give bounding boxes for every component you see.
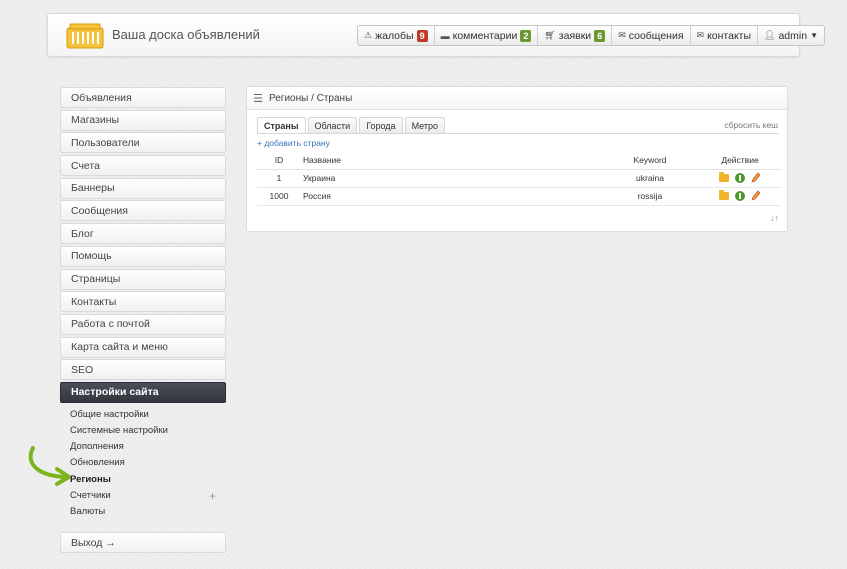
countries-table: ID Название Keyword Действие 1 Украина u… (257, 151, 781, 206)
submenu-currencies[interactable]: Валюты (60, 504, 226, 520)
complaints-badge: 9 (416, 29, 428, 42)
breadcrumb: Регионы / Страны (269, 92, 353, 104)
top-header: Ваша доска объявлений ⚠ жалобы 9 ▬ комме… (47, 13, 825, 57)
table-header-row: ID Название Keyword Действие (257, 151, 781, 170)
submenu-updates[interactable]: Обновления (60, 455, 226, 471)
nav-comments[interactable]: ▬ комментарии 2 (435, 26, 539, 45)
warning-icon: ⚠ (364, 30, 373, 40)
user-icon: 👤︎ (764, 30, 776, 40)
nav-complaints-label: жалобы (375, 29, 414, 42)
edit-icon[interactable] (751, 172, 761, 183)
sidebar-item-mail[interactable]: Работа с почтой (60, 313, 226, 335)
region-tabs: Страны Области Города Метро (257, 117, 446, 133)
sidebar: Объявления Магазины Пользователи Счета Б… (60, 87, 226, 520)
tabs-divider (257, 133, 779, 134)
sidebar-item-ads[interactable]: Объявления (60, 87, 226, 108)
user-name: admin (778, 29, 808, 42)
cell-name: Россия (301, 187, 601, 206)
sidebar-item-seo[interactable]: SEO (60, 359, 226, 381)
nav-messages[interactable]: ✉ сообщения (612, 26, 691, 45)
settings-submenu: Общие настройки Системные настройки Допо… (60, 406, 226, 520)
logout-button[interactable]: Выход → (60, 532, 226, 553)
cell-id: 1 (257, 169, 301, 188)
sidebar-item-help[interactable]: Помощь (60, 245, 226, 267)
menu-icon[interactable]: ☰ (247, 92, 269, 105)
cell-keyword: rossija (601, 187, 699, 206)
cell-actions (699, 169, 781, 188)
sidebar-item-banners[interactable]: Баннеры (60, 177, 226, 199)
cell-actions (699, 187, 781, 206)
submenu-addons[interactable]: Дополнения (60, 439, 226, 455)
cell-name: Украина (301, 169, 601, 188)
panel-header: ☰ Регионы / Страны (247, 87, 787, 110)
top-nav: ⚠ жалобы 9 ▬ комментарии 2 🛒︎ заявки 6 ✉… (357, 25, 825, 46)
sidebar-item-pages[interactable]: Страницы (60, 268, 226, 290)
submenu-counters-label: Счетчики (70, 490, 111, 502)
edit-icon[interactable] (751, 190, 761, 201)
toggle-enabled-icon[interactable] (735, 172, 745, 183)
nav-requests-label: заявки (558, 29, 592, 42)
column-action: Действие (699, 151, 781, 170)
reset-cache-link[interactable]: сбросить кеш (724, 120, 778, 130)
envelope-icon: ✉ (696, 30, 705, 40)
comments-badge: 2 (520, 29, 532, 42)
add-country-link[interactable]: + добавить страну (257, 138, 330, 148)
sidebar-item-shops[interactable]: Магазины (60, 109, 226, 131)
folder-icon[interactable] (719, 171, 729, 182)
column-id: ID (257, 151, 301, 170)
cart-icon: 🛒︎ (544, 30, 556, 40)
sidebar-item-blog[interactable]: Блог (60, 223, 226, 245)
nav-comments-label: комментарии (452, 29, 518, 42)
submenu-counters[interactable]: Счетчики + (60, 487, 226, 503)
submenu-general[interactable]: Общие настройки (60, 406, 226, 422)
folder-icon[interactable] (719, 189, 729, 200)
comment-icon: ▬ (440, 30, 450, 41)
nav-contacts[interactable]: ✉ контакты (691, 26, 759, 45)
tab-cities[interactable]: Города (359, 117, 403, 133)
curved-arrow-icon (28, 446, 71, 486)
sidebar-item-settings[interactable]: Настройки сайта (60, 381, 226, 403)
toggle-enabled-icon[interactable] (735, 190, 745, 201)
nav-contacts-label: контакты (707, 29, 752, 42)
submenu-regions[interactable]: Регионы (60, 471, 226, 487)
tab-metro[interactable]: Метро (404, 117, 446, 133)
table-row: 1000 Россия rossija (257, 187, 781, 206)
tab-regions[interactable]: Области (307, 117, 358, 133)
logo-icon[interactable] (66, 22, 104, 50)
cell-keyword: ukraina (601, 169, 699, 188)
tab-countries[interactable]: Страны (257, 117, 306, 133)
column-keyword: Keyword (601, 151, 699, 170)
sidebar-item-contacts[interactable]: Контакты (60, 291, 226, 313)
user-menu[interactable]: 👤︎ admin ▼ (758, 26, 824, 45)
submenu-system[interactable]: Системные настройки (60, 422, 226, 438)
nav-complaints[interactable]: ⚠ жалобы 9 (358, 26, 435, 45)
sidebar-item-bills[interactable]: Счета (60, 155, 226, 177)
table-row: 1 Украина ukraina (257, 169, 781, 188)
site-title[interactable]: Ваша доска объявлений (112, 27, 260, 42)
nav-messages-label: сообщения (628, 29, 684, 42)
sidebar-item-users[interactable]: Пользователи (60, 132, 226, 154)
sidebar-item-messages[interactable]: Сообщения (60, 200, 226, 222)
sort-icon[interactable]: ↓↑ (770, 213, 779, 223)
chevron-down-icon: ▼ (810, 31, 818, 40)
sidebar-item-sitemap[interactable]: Карта сайта и меню (60, 336, 226, 358)
envelope-icon: ✉ (618, 30, 626, 40)
column-name: Название (301, 151, 601, 170)
plus-icon[interactable]: + (209, 489, 216, 503)
cell-id: 1000 (257, 187, 301, 206)
requests-badge: 6 (594, 29, 606, 42)
nav-requests[interactable]: 🛒︎ заявки 6 (538, 26, 613, 45)
regions-panel: ☰ Регионы / Страны Страны Области Города… (246, 86, 788, 232)
